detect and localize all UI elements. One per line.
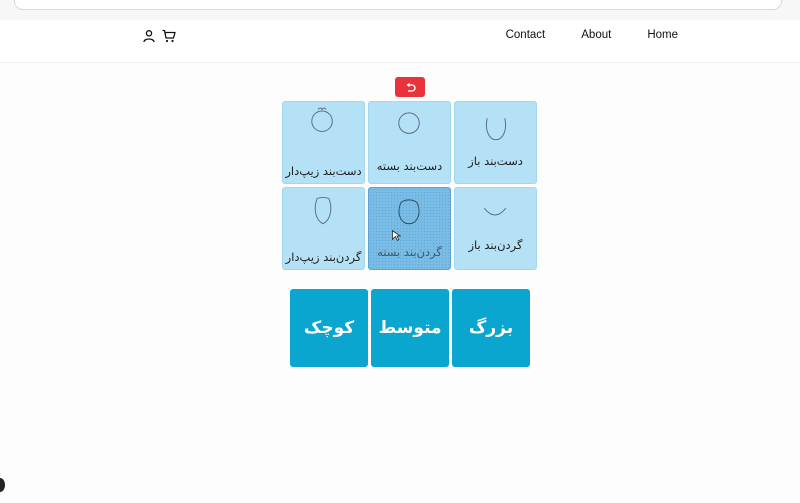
zipper-necklace-icon [314,196,332,225]
top-navbar: Contact About Home [0,20,800,63]
zipper-bracelet-icon [311,107,333,132]
cart-icon[interactable] [162,28,176,43]
size-large-button[interactable]: بزرگ [452,289,530,367]
open-necklace-icon [483,207,507,216]
option-zipper-necklace[interactable]: گردن‌بند زیپ‌دار [282,187,365,270]
closed-necklace-icon [392,199,420,241]
nav-link-contact[interactable]: Contact [506,29,546,41]
nav-links: Contact About Home [506,29,678,41]
undo-button[interactable] [395,77,425,97]
option-label: گردن‌بند بسته [377,245,442,259]
size-small-button[interactable]: کوچک [290,289,368,367]
nav-link-about[interactable]: About [581,29,611,41]
option-label: دست‌بند بسته [376,159,443,173]
option-label: گردن‌بند باز [468,238,523,252]
nav-link-home[interactable]: Home [647,29,678,41]
user-icon[interactable] [142,28,156,43]
browser-chrome [0,0,800,20]
size-selector: کوچک متوسط بزرگ [290,289,530,367]
option-closed-necklace[interactable]: گردن‌بند بسته [368,187,451,270]
option-open-bracelet[interactable]: دست‌بند باز [454,101,537,184]
size-medium-button[interactable]: متوسط [371,289,449,367]
option-label: دست‌بند باز [468,154,523,168]
option-closed-bracelet[interactable]: دست‌بند بسته [368,101,451,184]
nav-icons [142,28,176,43]
corner-indicator [0,478,5,492]
open-bracelet-icon [486,118,506,141]
undo-icon [404,78,416,97]
option-zipper-bracelet[interactable]: دست‌بند زیپ‌دار [282,101,365,184]
address-bar[interactable] [14,0,782,10]
jewelry-type-grid: دست‌بند زیپ‌دار دست‌بند بسته دست‌بند باز… [282,101,537,270]
option-label: دست‌بند زیپ‌دار [285,164,362,178]
option-label: گردن‌بند زیپ‌دار [285,250,362,264]
closed-bracelet-icon [398,112,420,134]
option-open-necklace[interactable]: گردن‌بند باز [454,187,537,270]
